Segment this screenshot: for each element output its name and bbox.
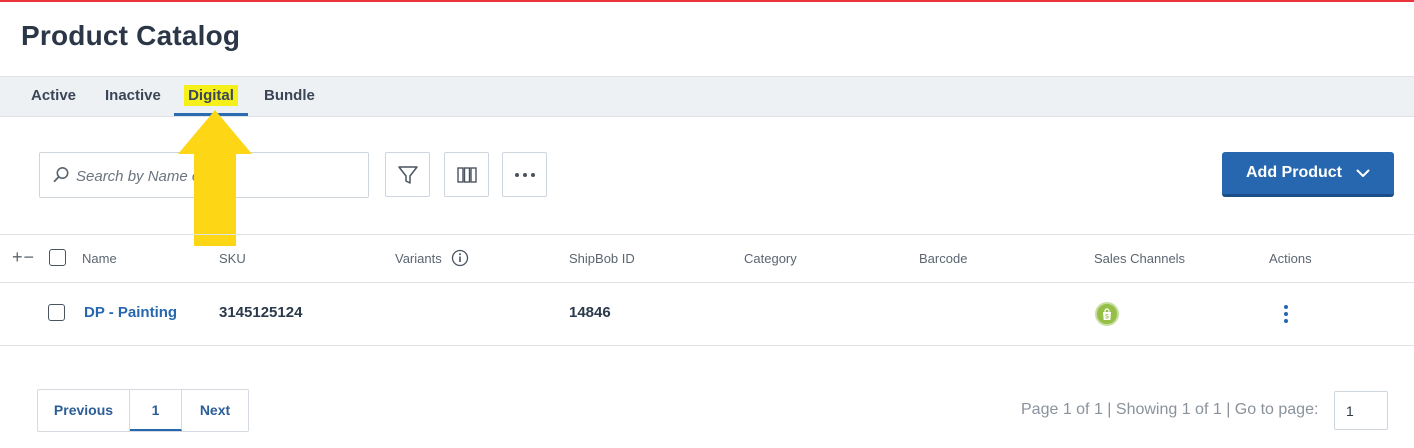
filter-button[interactable] (385, 152, 430, 197)
column-header-shipbob-id[interactable]: ShipBob ID (569, 251, 635, 266)
table-header: +− Name SKU Variants ShipBob ID Category… (0, 234, 1414, 283)
product-sku: 3145125124 (219, 304, 303, 321)
more-horizontal-icon (514, 172, 535, 177)
add-product-label: Add Product (1246, 164, 1342, 181)
shopify-bag-icon: S (1095, 302, 1119, 326)
column-header-category[interactable]: Category (744, 251, 797, 266)
filter-icon (397, 165, 418, 184)
select-all-checkbox[interactable] (49, 249, 66, 266)
column-header-actions: Actions (1269, 251, 1312, 266)
pagination: Previous 1 Next (37, 389, 249, 432)
product-name-link[interactable]: DP - Painting (84, 304, 177, 321)
row-checkbox[interactable] (48, 304, 65, 321)
page-number-button[interactable]: 1 (130, 390, 182, 431)
next-page-button[interactable]: Next (182, 390, 248, 431)
column-header-variants-label: Variants (395, 251, 442, 266)
top-accent-line (0, 0, 1414, 2)
info-icon[interactable] (451, 249, 469, 267)
yellow-up-arrow-icon (178, 110, 252, 246)
column-header-variants[interactable]: Variants (395, 249, 469, 267)
previous-page-button[interactable]: Previous (38, 390, 130, 431)
page-summary: Page 1 of 1 | Showing 1 of 1 | Go to pag… (1021, 401, 1319, 418)
search-icon (53, 167, 69, 183)
column-header-barcode[interactable]: Barcode (919, 251, 967, 266)
columns-icon (456, 166, 477, 183)
page-title: Product Catalog (21, 20, 241, 51)
tab-bundle-label: Bundle (264, 87, 315, 104)
tab-inactive-label: Inactive (105, 87, 161, 104)
table-row: DP - Painting 3145125124 14846 S (0, 283, 1414, 346)
tab-active[interactable]: Active (31, 77, 76, 116)
svg-text:S: S (1105, 314, 1109, 320)
column-header-sku[interactable]: SKU (219, 251, 246, 266)
product-shipbob-id: 14846 (569, 304, 611, 321)
tab-digital-label: Digital (184, 85, 238, 106)
add-product-button[interactable]: Add Product (1222, 152, 1394, 197)
column-header-sales-channels: Sales Channels (1094, 251, 1186, 266)
chevron-down-icon (1356, 169, 1370, 177)
kebab-menu-icon[interactable] (1276, 300, 1296, 328)
expand-collapse-control[interactable]: +− (12, 247, 35, 268)
columns-button[interactable] (444, 152, 489, 197)
tab-active-label: Active (31, 87, 77, 104)
go-to-page-input[interactable] (1334, 391, 1388, 430)
column-header-name[interactable]: Name (82, 251, 117, 266)
tab-bundle[interactable]: Bundle (264, 77, 315, 116)
more-options-button[interactable] (502, 152, 547, 197)
tab-inactive[interactable]: Inactive (105, 77, 161, 116)
